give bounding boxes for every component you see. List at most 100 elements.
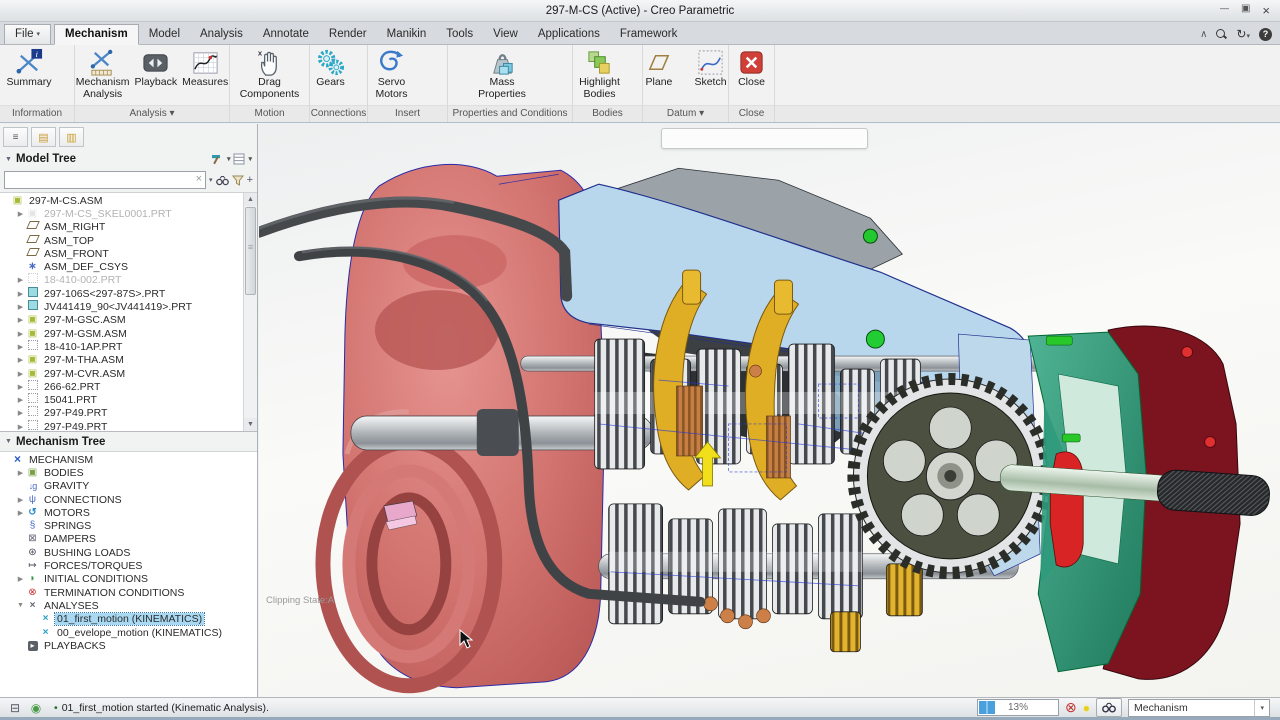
drag-components-button[interactable]: x Drag Components bbox=[235, 47, 305, 102]
filter-icon[interactable] bbox=[232, 175, 244, 186]
selection-filter-icon[interactable] bbox=[6, 700, 24, 716]
tab-applications[interactable]: Applications bbox=[528, 25, 610, 44]
model-tree-row[interactable]: ▶ 18-410-002.PRT bbox=[0, 274, 243, 287]
mechanism-tree-row[interactable]: ▶ BODIES bbox=[0, 466, 257, 479]
tab-model[interactable]: Model bbox=[139, 25, 190, 44]
mechanism-tree-row[interactable]: PLAYBACKS bbox=[0, 639, 257, 652]
mechanism-tree-row[interactable]: SPRINGS bbox=[0, 519, 257, 532]
geometry-select-icon[interactable] bbox=[27, 700, 45, 716]
tab-render[interactable]: Render bbox=[319, 25, 377, 44]
mechanism-tree-row[interactable]: ▶ INITIAL CONDITIONS bbox=[0, 573, 257, 586]
columns-menu-arrow[interactable]: ▾ bbox=[248, 155, 252, 163]
model-tree-row[interactable]: ▶ 266-62.PRT bbox=[0, 380, 243, 393]
expand-arrow[interactable]: ▶ bbox=[15, 370, 26, 378]
mechanism-tree-header[interactable]: ▼ Mechanism Tree bbox=[0, 431, 257, 451]
stop-analysis-icon[interactable]: ⊗ bbox=[1065, 699, 1077, 716]
mechanism-tree-row[interactable]: BUSHING LOADS bbox=[0, 546, 257, 559]
expand-arrow[interactable]: ▶ bbox=[15, 423, 26, 431]
help-icon[interactable]: ? bbox=[1259, 28, 1272, 41]
model-viewport[interactable] bbox=[259, 124, 1280, 697]
model-tree-tab[interactable]: ≡ bbox=[3, 127, 28, 147]
expand-arrow[interactable]: ▶ bbox=[15, 330, 26, 338]
expand-arrow[interactable]: ▼ bbox=[15, 602, 26, 609]
search-options-arrow[interactable]: ▾ bbox=[209, 176, 213, 184]
expand-arrow[interactable]: ▶ bbox=[15, 469, 26, 477]
scroll-down-icon[interactable]: ▼ bbox=[244, 418, 257, 431]
model-tree-row[interactable]: ▶ 15041.PRT bbox=[0, 393, 243, 406]
expand-arrow[interactable]: ▶ bbox=[15, 343, 26, 351]
highlight-bodies-button[interactable]: Highlight Bodies bbox=[575, 47, 624, 102]
expand-arrow[interactable]: ▶ bbox=[15, 409, 26, 417]
mechanism-tree-row[interactable]: MECHANISM bbox=[0, 453, 257, 466]
expand-arrow[interactable]: ▶ bbox=[15, 509, 26, 517]
mass-properties-button[interactable]: Mass Properties bbox=[467, 47, 537, 102]
summary-button[interactable]: i Summary bbox=[5, 47, 54, 90]
model-tree-row[interactable]: ASM_FRONT bbox=[0, 247, 243, 260]
expand-arrow[interactable]: ▶ bbox=[15, 290, 26, 298]
search-icon[interactable] bbox=[1216, 29, 1227, 40]
tree-columns-icon[interactable] bbox=[233, 153, 245, 165]
collapse-tree-icon[interactable]: ▼ bbox=[5, 156, 12, 163]
model-tree-scrollbar[interactable]: ▲ ▼ bbox=[243, 193, 257, 431]
gears-button[interactable]: Gears bbox=[314, 47, 347, 90]
model-tree-row[interactable]: ▶ 297-P49.PRT bbox=[0, 420, 243, 431]
model-tree-row[interactable]: ▶ 297-P49.PRT bbox=[0, 407, 243, 420]
measures-button[interactable]: Measures bbox=[180, 47, 230, 90]
expand-arrow[interactable]: ▶ bbox=[15, 210, 26, 218]
model-tree-row[interactable]: ASM_RIGHT bbox=[0, 221, 243, 234]
model-tree-row[interactable]: ▶ 297-106S<297-87S>.PRT bbox=[0, 287, 243, 300]
sketch-button[interactable]: Sketch bbox=[692, 47, 728, 90]
mechanism-tree-row[interactable]: GRAVITY bbox=[0, 480, 257, 493]
model-tree-row[interactable]: ▶ 297-M-CS_SKEL0001.PRT bbox=[0, 207, 243, 220]
model-tree-row[interactable]: ASM_DEF_CSYS bbox=[0, 260, 243, 273]
model-tree-row[interactable]: ▶ 297-M-THA.ASM bbox=[0, 354, 243, 367]
mechanism-tree-row[interactable]: ▶ MOTORS bbox=[0, 506, 257, 519]
tab-analysis[interactable]: Analysis bbox=[190, 25, 253, 44]
model-tree-row[interactable]: ▶ 297-M-GSM.ASM bbox=[0, 327, 243, 340]
folder-browser-tab[interactable]: ▤ bbox=[31, 127, 56, 147]
find-button[interactable] bbox=[1096, 698, 1122, 717]
tab-mechanism[interactable]: Mechanism bbox=[54, 24, 139, 45]
expand-arrow[interactable]: ▶ bbox=[15, 303, 26, 311]
mechanism-analysis-button[interactable]: Mechanism Analysis bbox=[74, 47, 132, 102]
mechanism-tree-row[interactable]: DAMPERS bbox=[0, 533, 257, 546]
model-tree-row[interactable]: 297-M-CS.ASM bbox=[0, 194, 243, 207]
expand-arrow[interactable]: ▶ bbox=[15, 276, 26, 284]
settings-menu-arrow[interactable]: ▾ bbox=[227, 155, 231, 163]
tab-file[interactable]: File▾ bbox=[4, 24, 51, 44]
add-filter-icon[interactable]: + bbox=[247, 174, 253, 186]
tab-manikin[interactable]: Manikin bbox=[377, 25, 437, 44]
tree-settings-icon[interactable] bbox=[211, 153, 224, 165]
close-window-icon[interactable] bbox=[1262, 3, 1270, 18]
model-tree-row[interactable]: ▶ 18-410-1AP.PRT bbox=[0, 340, 243, 353]
collapse-mech-tree-icon[interactable]: ▼ bbox=[5, 438, 12, 445]
mode-selector[interactable]: Mechanism ▾ bbox=[1128, 699, 1270, 717]
restore-icon[interactable] bbox=[1241, 3, 1250, 18]
expand-arrow[interactable]: ▶ bbox=[15, 396, 26, 404]
find-icon[interactable] bbox=[216, 175, 229, 186]
mechanism-tree-row[interactable]: ▼ ANALYSES bbox=[0, 599, 257, 612]
close-button[interactable]: Close bbox=[735, 47, 768, 90]
mechanism-tree-row[interactable]: 01_first_motion (KINEMATICS) bbox=[0, 613, 257, 626]
scrollbar-thumb[interactable] bbox=[245, 207, 256, 295]
expand-arrow[interactable]: ▶ bbox=[15, 575, 26, 583]
model-tree-row[interactable]: ▶ 297-M-GSC.ASM bbox=[0, 314, 243, 327]
mechanism-tree-row[interactable]: TERMINATION CONDITIONS bbox=[0, 586, 257, 599]
tab-annotate[interactable]: Annotate bbox=[253, 25, 319, 44]
mechanism-tree-row[interactable]: ▶ CONNECTIONS bbox=[0, 493, 257, 506]
tree-search-input[interactable]: × bbox=[4, 171, 206, 189]
mechanism-tree-row[interactable]: 00_evelope_motion (KINEMATICS) bbox=[0, 626, 257, 639]
sync-icon[interactable]: ↻▾ bbox=[1236, 27, 1250, 41]
tab-view[interactable]: View bbox=[483, 25, 528, 44]
model-tree-row[interactable]: ASM_TOP bbox=[0, 234, 243, 247]
clear-search-icon[interactable]: × bbox=[196, 173, 202, 185]
tab-tools[interactable]: Tools bbox=[436, 25, 483, 44]
collapse-ribbon-icon[interactable]: ∧ bbox=[1200, 29, 1207, 40]
expand-arrow[interactable]: ▶ bbox=[15, 383, 26, 391]
mechanism-tree-row[interactable]: FORCES/TORQUES bbox=[0, 559, 257, 572]
graphics-area[interactable]: Clipping State:A bbox=[259, 124, 1280, 697]
model-tree-row[interactable]: ▶ JV441419_90<JV441419>.PRT bbox=[0, 300, 243, 313]
model-tree-header[interactable]: ▼ Model Tree ▾ ▾ bbox=[0, 149, 257, 169]
expand-arrow[interactable]: ▶ bbox=[15, 316, 26, 324]
tab-framework[interactable]: Framework bbox=[610, 25, 688, 44]
